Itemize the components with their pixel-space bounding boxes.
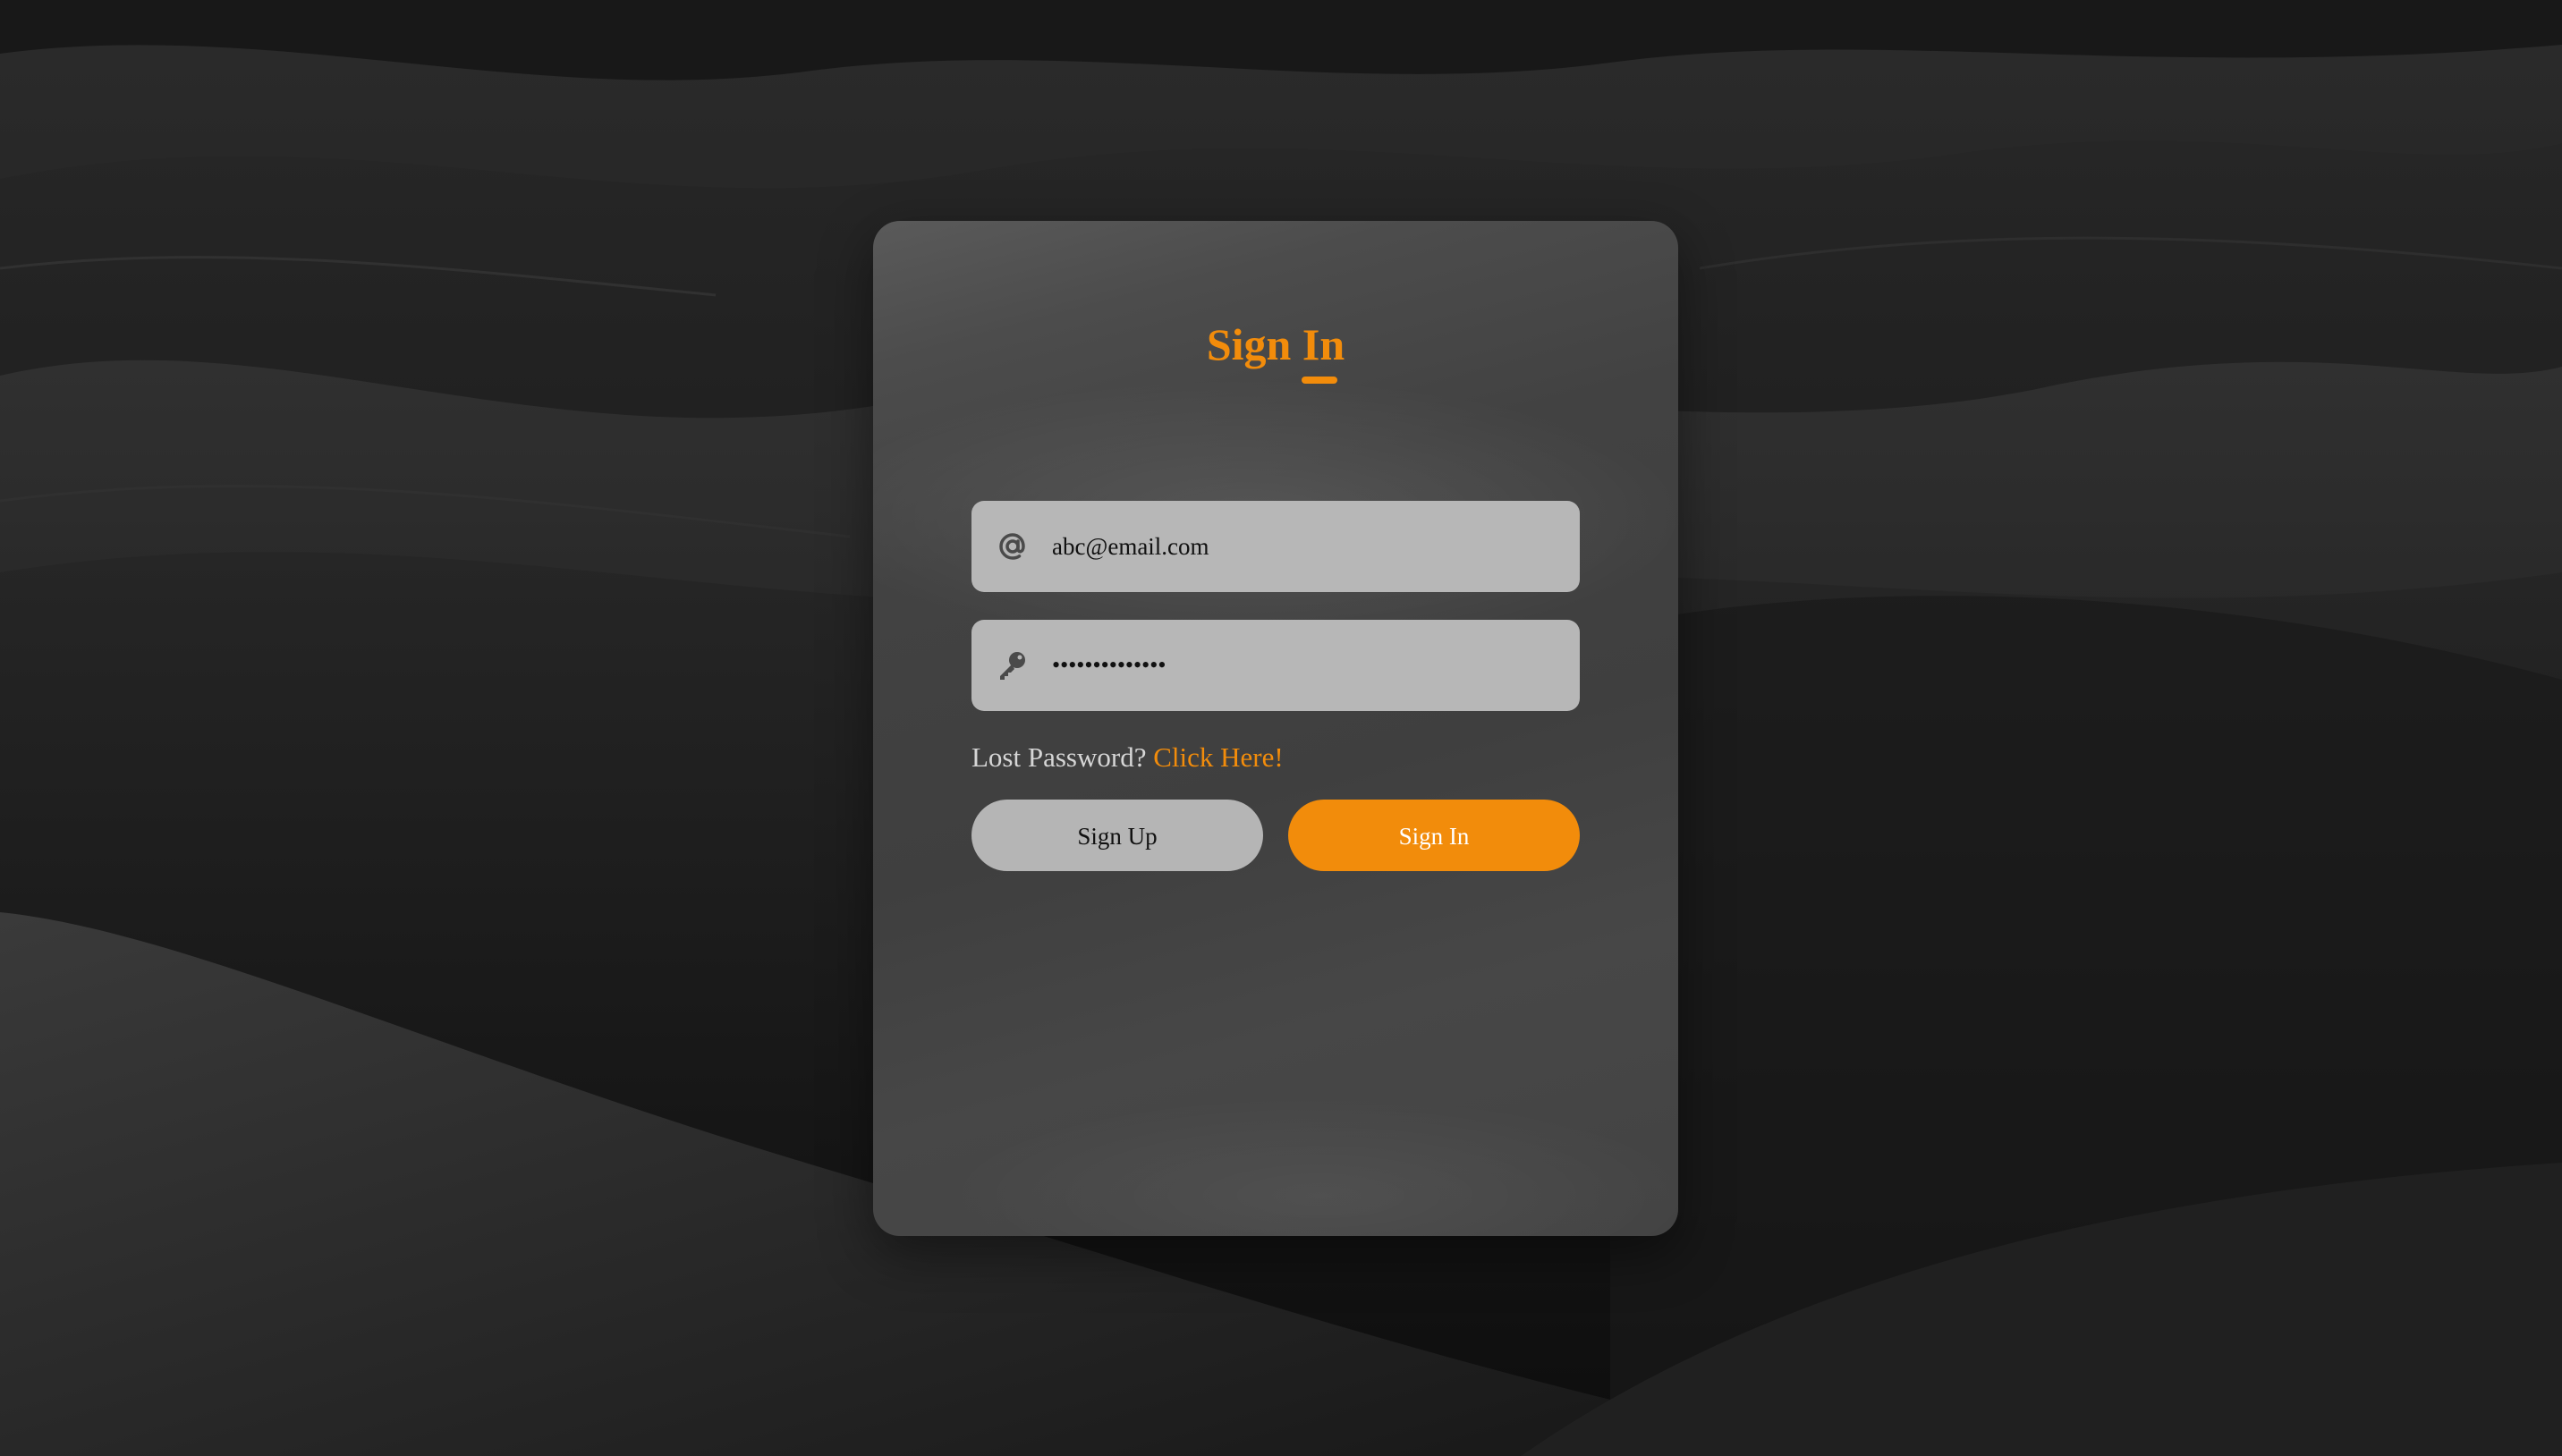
email-input[interactable]: abc@email.com: [1052, 501, 1209, 592]
password-field[interactable]: ••••••••••••••: [971, 620, 1580, 711]
title-underline: [1302, 377, 1337, 384]
sign-up-button[interactable]: Sign Up: [971, 800, 1263, 871]
at-sign-icon: [999, 533, 1025, 560]
lost-password-row: Lost Password? Click Here!: [971, 740, 1284, 775]
key-icon: [1000, 652, 1025, 680]
form-title: Sign In: [1206, 319, 1345, 369]
password-input[interactable]: ••••••••••••••: [1052, 620, 1166, 711]
card-sheen: [873, 221, 1678, 1236]
email-field[interactable]: abc@email.com: [971, 501, 1580, 592]
sign-in-card: Sign In abc@email.com •••••••••••••• Los…: [873, 221, 1678, 1236]
sign-in-button[interactable]: Sign In: [1288, 800, 1580, 871]
lost-password-text: Lost Password?: [971, 741, 1147, 773]
click-here-link[interactable]: Click Here!: [1153, 741, 1283, 773]
